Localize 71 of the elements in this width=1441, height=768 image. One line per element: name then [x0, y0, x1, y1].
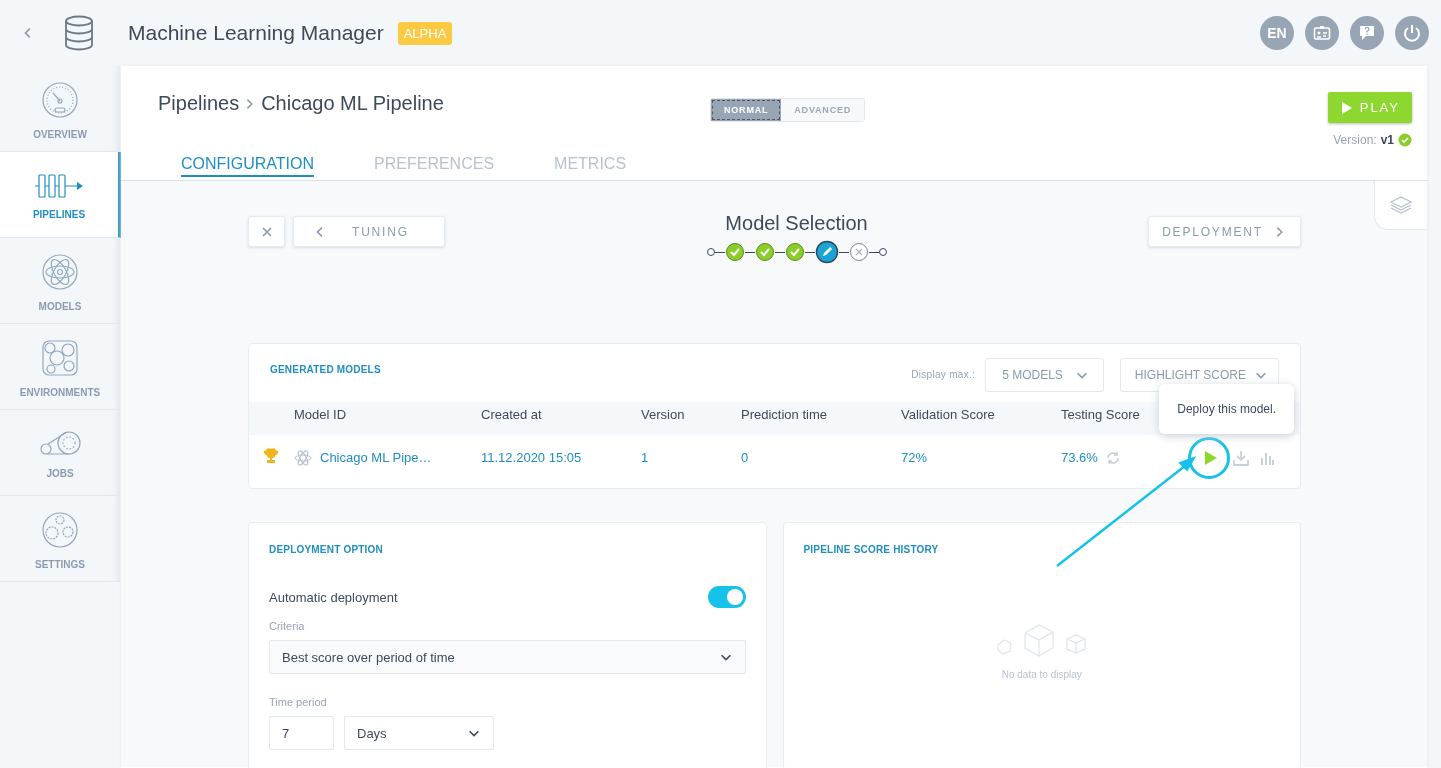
gears-icon	[41, 511, 79, 549]
card-title: PIPELINE SCORE HISTORY	[803, 544, 939, 555]
sidebar-item[interactable]: OVERVIEW	[0, 66, 120, 152]
belt-gear-icon	[39, 430, 81, 458]
column-header: Model ID	[294, 406, 348, 422]
sidebar-item[interactable]: ENVIRONMENTS	[0, 324, 120, 410]
toggle-label: Automatic deployment	[269, 589, 398, 605]
column-header: Prediction time	[741, 406, 828, 422]
tab[interactable]: PREFERENCES	[374, 155, 495, 177]
column-header: Validation Score	[901, 406, 996, 422]
time-input[interactable]: 7	[269, 716, 334, 750]
back-button[interactable]: TUNING	[293, 216, 445, 247]
play-icon	[1203, 449, 1218, 466]
help-button[interactable]	[1350, 16, 1384, 50]
power-button[interactable]	[1395, 16, 1429, 50]
card-title: GENERATED MODELS	[270, 364, 381, 375]
gauge-icon	[41, 81, 79, 119]
layers-icon	[1389, 195, 1413, 215]
table-cell: 73.6%	[1061, 450, 1098, 465]
tab[interactable]: CONFIGURATION	[181, 155, 315, 177]
mode-toggle-option[interactable]: NORMAL	[711, 99, 782, 121]
table-cell-text: 0	[741, 450, 750, 465]
refresh-icon[interactable]	[1105, 450, 1120, 465]
layers-tab[interactable]	[1374, 181, 1427, 230]
database-icon	[64, 15, 94, 51]
help-bubble-icon	[1358, 24, 1376, 42]
version-label: Version:	[1333, 133, 1377, 147]
bubbles-icon	[41, 339, 79, 377]
unit-dropdown[interactable]: Days	[344, 716, 494, 750]
sidebar-item[interactable]: JOBS	[0, 410, 120, 496]
sidebar-item[interactable]: PIPELINES	[0, 152, 121, 238]
next-button[interactable]: DEPLOYMENT	[1148, 216, 1301, 247]
table-cell-text: 72%	[901, 450, 929, 465]
download-icon[interactable]	[1232, 449, 1250, 466]
criteria-dropdown[interactable]: Best score over period of time	[269, 640, 746, 674]
atom-icon	[294, 448, 312, 467]
id-card-button[interactable]	[1305, 16, 1339, 50]
card-title: DEPLOYMENT OPTION	[269, 544, 383, 555]
language-button[interactable]: EN	[1260, 16, 1294, 50]
close-button[interactable]	[248, 216, 285, 247]
play-icon	[1341, 101, 1352, 114]
pipeline-icon	[33, 173, 85, 199]
wizard-title: Model Selection	[725, 212, 868, 235]
id-card-icon	[1313, 25, 1331, 41]
deploy-button[interactable]	[1203, 449, 1218, 466]
alpha-badge: ALPHA	[397, 21, 453, 45]
play-button[interactable]: PLAY	[1327, 92, 1412, 123]
tab[interactable]: METRICS	[554, 155, 627, 177]
field-label: Time period	[269, 696, 328, 708]
sidebar-item[interactable]: MODELS	[0, 238, 120, 324]
empty-message: No data to display	[1001, 669, 1082, 680]
mode-toggle-option[interactable]: ADVANCED	[781, 99, 865, 121]
field-label: Criteria	[269, 620, 306, 632]
app-title: Machine Learning Manager	[128, 21, 384, 45]
model-link[interactable]: Chicago ML Pipe…	[320, 450, 432, 465]
display-max-dropdown[interactable]: 5 MODELS	[985, 357, 1104, 392]
atom-icon	[41, 253, 79, 291]
toggle-switch[interactable]	[707, 586, 746, 608]
table-cell-text: 11.12.2020 15:05	[481, 450, 583, 465]
breadcrumb-link[interactable]: Pipelines	[158, 92, 240, 115]
breadcrumb-current: Chicago ML Pipeline	[261, 92, 444, 115]
sidebar-item[interactable]: SETTINGS	[0, 496, 120, 582]
version-value: v1	[1380, 133, 1394, 147]
column-header: Created at	[481, 406, 543, 422]
bar-chart-icon[interactable]	[1260, 450, 1274, 465]
close-icon	[261, 226, 272, 237]
power-icon	[1402, 23, 1422, 43]
table-cell-text: 1	[641, 450, 650, 465]
column-header: Version	[641, 406, 686, 422]
display-max-label: Display max.:	[911, 369, 976, 380]
tooltip: Deploy this model.	[1159, 384, 1294, 434]
